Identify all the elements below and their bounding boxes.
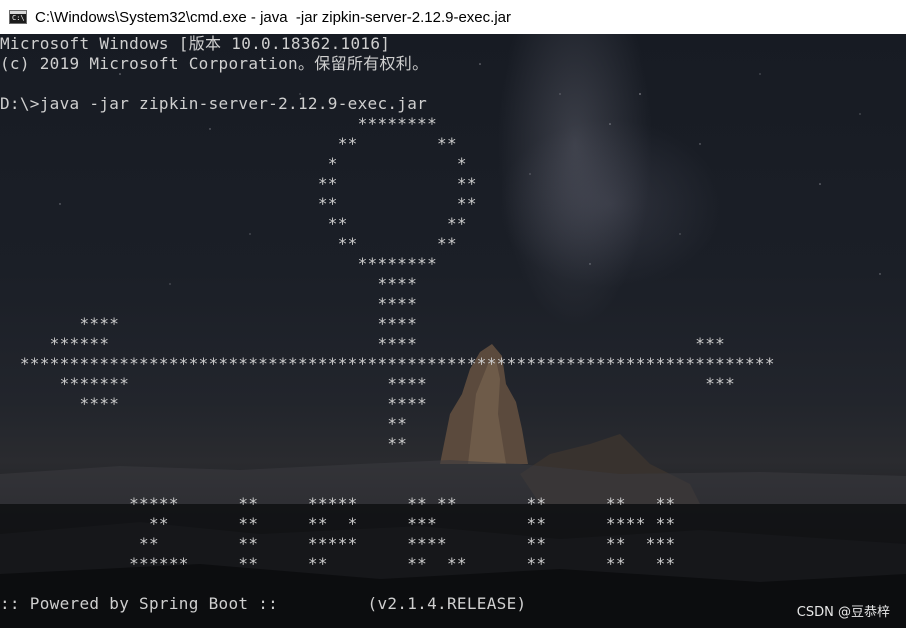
console-line: ******** — [0, 254, 438, 273]
console-line: ******** — [0, 114, 438, 133]
console-line: ** ** — [0, 214, 467, 233]
console-line: ** ** — [0, 234, 457, 253]
console-area[interactable]: Microsoft Windows [版本 10.0.18362.1016] (c… — [0, 34, 906, 628]
console-line: ** ** — [0, 194, 477, 213]
console-line: ****************************************… — [0, 354, 775, 373]
console-line: **** — [0, 274, 418, 293]
console-line: **** **** — [0, 394, 428, 413]
cmd-icon[interactable]: C:\ — [9, 10, 27, 24]
console-line: ** — [0, 434, 408, 453]
console-line: D:\>java -jar zipkin-server-2.12.9-exec.… — [0, 94, 428, 113]
cmd-icon-label: C:\ — [12, 14, 25, 22]
console-line: * * — [0, 154, 467, 173]
console-line: ***** ** ***** ** ** ** ** ** — [0, 494, 676, 513]
console-line: ** ** — [0, 134, 457, 153]
watermark-text: CSDN @豆恭梓 — [796, 605, 890, 620]
cmd-window: C:\ C:\Windows\System32\cmd.exe - java -… — [0, 0, 906, 628]
console-line: **** **** — [0, 314, 418, 333]
console-line: :: Powered by Spring Boot :: (v2.1.4.REL… — [0, 594, 527, 613]
console-line: Microsoft Windows [版本 10.0.18362.1016] — [0, 34, 391, 53]
console-line: ****** ** ** ** ** ** ** ** — [0, 554, 676, 573]
console-line: ****** **** *** — [0, 334, 726, 353]
console-line: **** — [0, 294, 418, 313]
console-line: ** — [0, 414, 408, 433]
console-output[interactable]: Microsoft Windows [版本 10.0.18362.1016] (c… — [0, 34, 775, 614]
title-bar[interactable]: C:\ C:\Windows\System32\cmd.exe - java -… — [0, 0, 906, 34]
console-line: ** ** ** * *** ** **** ** — [0, 514, 676, 533]
console-line: ******* **** *** — [0, 374, 736, 393]
console-line: ** ** — [0, 174, 477, 193]
console-line: (c) 2019 Microsoft Corporation。保留所有权利。 — [0, 54, 429, 73]
window-title: C:\Windows\System32\cmd.exe - java -jar … — [35, 8, 511, 26]
console-line: ** ** ***** **** ** ** *** — [0, 534, 676, 553]
